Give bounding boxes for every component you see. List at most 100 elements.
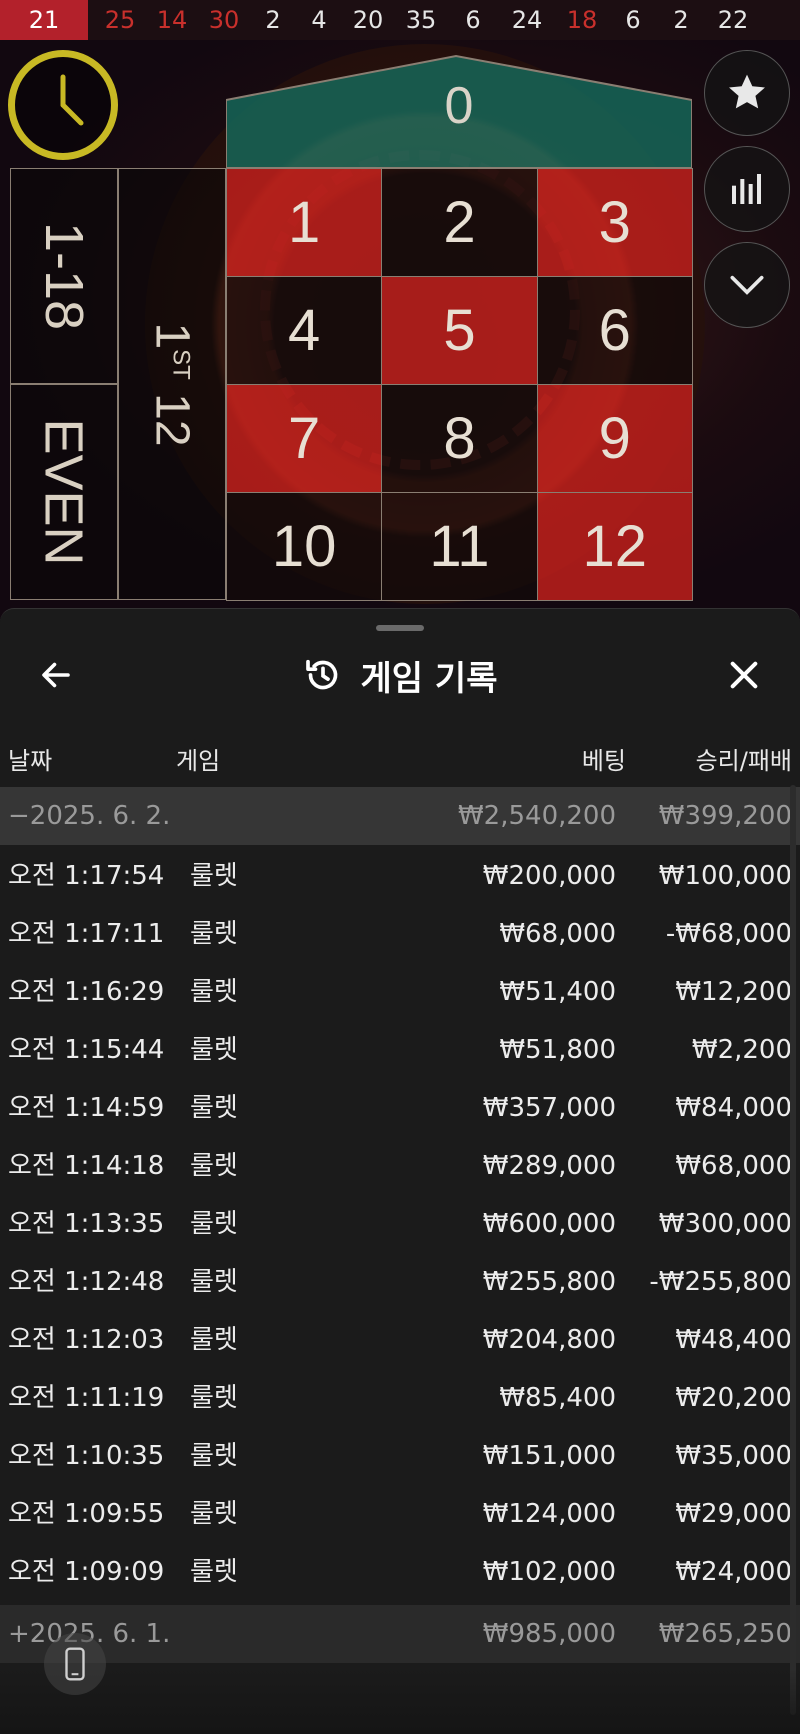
row-game: 룰렛 xyxy=(190,1325,238,1355)
page-title: 게임 기록 xyxy=(360,658,498,699)
history-row[interactable]: 오전 1:12:03 룰렛 ₩204,800 ₩48,400 xyxy=(0,1311,800,1369)
history-row[interactable]: 오전 1:10:35 룰렛 ₩151,000 ₩35,000 xyxy=(0,1427,800,1485)
row-bet: ₩151,000 xyxy=(482,1441,616,1471)
device-orientation-button[interactable] xyxy=(44,1633,106,1695)
row-bet: ₩102,000 xyxy=(482,1557,616,1587)
row-game: 룰렛 xyxy=(190,1441,238,1471)
scrollbar[interactable] xyxy=(790,785,796,1715)
date-group-bet-total: ₩2,540,200 xyxy=(457,801,616,831)
back-button[interactable] xyxy=(30,649,82,701)
bet-spot-1-18[interactable]: 1-18 xyxy=(10,168,118,384)
bet-spot-number[interactable]: 9 xyxy=(536,384,693,493)
row-bet: ₩289,000 xyxy=(482,1151,616,1181)
result-number: 22 xyxy=(717,6,749,34)
history-row[interactable]: 오전 1:15:44 룰렛 ₩51,800 ₩2,200 xyxy=(0,1021,800,1079)
bet-spot-number[interactable]: 8 xyxy=(381,384,538,493)
close-icon xyxy=(730,661,758,689)
chevron-down-icon xyxy=(730,275,764,295)
history-row[interactable]: 오전 1:12:48 룰렛 ₩255,800 -₩255,800 xyxy=(0,1253,800,1311)
result-number: 6 xyxy=(625,6,641,34)
result-number: 20 xyxy=(352,6,384,34)
row-winloss: ₩24,000 xyxy=(675,1557,792,1587)
bet-spot-number[interactable]: 1 xyxy=(226,168,383,277)
column-header-game[interactable]: 게임 xyxy=(176,741,220,776)
row-time: 오전 1:17:11 xyxy=(8,919,165,949)
history-row[interactable]: 오전 1:14:59 룰렛 ₩357,000 ₩84,000 xyxy=(0,1079,800,1137)
date-group-row-collapsed[interactable]: +2025. 6. 1. ₩985,000 ₩265,250 xyxy=(0,1605,800,1663)
row-winloss: ₩84,000 xyxy=(675,1093,792,1123)
row-winloss: ₩29,000 xyxy=(675,1499,792,1529)
history-row[interactable]: 오전 1:17:54 룰렛 ₩200,000 ₩100,000 xyxy=(0,847,800,905)
bet-spot-number[interactable]: 11 xyxy=(381,492,538,601)
bet-spot-number[interactable]: 6 xyxy=(536,276,693,385)
bottom-fade xyxy=(0,1669,800,1734)
row-game: 룰렛 xyxy=(190,1209,238,1239)
history-list: 오전 1:17:54 룰렛 ₩200,000 ₩100,000 오전 1:17:11 룰렛… xyxy=(0,847,800,1601)
row-winloss: ₩2,200 xyxy=(691,1035,792,1065)
bet-spot-first-dozen[interactable]: 1ST 12 xyxy=(118,168,226,600)
row-time: 오전 1:11:19 xyxy=(8,1383,165,1413)
row-time: 오전 1:09:55 xyxy=(8,1499,165,1529)
row-winloss: ₩48,400 xyxy=(675,1325,792,1355)
statistics-button[interactable] xyxy=(704,146,790,232)
history-row[interactable]: 오전 1:13:35 룰렛 ₩600,000 ₩300,000 xyxy=(0,1195,800,1253)
row-time: 오전 1:15:44 xyxy=(8,1035,165,1065)
history-row[interactable]: 오전 1:09:09 룰렛 ₩102,000 ₩24,000 xyxy=(0,1543,800,1601)
result-number: 30 xyxy=(208,6,240,34)
collapse-button[interactable] xyxy=(704,242,790,328)
date-group-winloss-total: ₩265,250 xyxy=(658,1619,792,1649)
bet-spot-number[interactable]: 10 xyxy=(226,492,383,601)
row-game: 룰렛 xyxy=(190,1557,238,1587)
history-row[interactable]: 오전 1:16:29 룰렛 ₩51,400 ₩12,200 xyxy=(0,963,800,1021)
favorite-button[interactable] xyxy=(704,50,790,136)
statistics-icon xyxy=(732,174,761,204)
column-header-date[interactable]: 날짜 xyxy=(8,741,52,776)
row-game: 룰렛 xyxy=(190,1151,238,1181)
row-game: 룰렛 xyxy=(190,977,238,1007)
bet-spot-zero[interactable]: 0 xyxy=(225,50,693,169)
row-time: 오전 1:09:09 xyxy=(8,1557,165,1587)
row-winloss: -₩255,800 xyxy=(649,1267,792,1297)
sheet-drag-handle[interactable] xyxy=(376,625,424,631)
bet-spot-first-dozen-label: 1ST 12 xyxy=(145,321,199,447)
row-bet: ₩124,000 xyxy=(482,1499,616,1529)
result-number: 2 xyxy=(673,6,689,34)
bet-spot-number[interactable]: 5 xyxy=(381,276,538,385)
close-button[interactable] xyxy=(718,649,770,701)
history-row[interactable]: 오전 1:09:55 룰렛 ₩124,000 ₩29,000 xyxy=(0,1485,800,1543)
history-row[interactable]: 오전 1:14:18 룰렛 ₩289,000 ₩68,000 xyxy=(0,1137,800,1195)
result-number: 4 xyxy=(311,6,327,34)
history-row[interactable]: 오전 1:17:11 룰렛 ₩68,000 -₩68,000 xyxy=(0,905,800,963)
row-time: 오전 1:17:54 xyxy=(8,861,165,891)
phone-icon xyxy=(65,1647,85,1681)
bet-spot-even[interactable]: EVEN xyxy=(10,384,118,600)
bet-timer-clock-icon xyxy=(8,50,118,160)
bet-spot-number[interactable]: 7 xyxy=(226,384,383,493)
bet-spot-number[interactable]: 4 xyxy=(226,276,383,385)
column-header-winloss[interactable]: 승리/패배 xyxy=(630,741,792,776)
arrow-left-icon xyxy=(42,662,70,688)
history-row[interactable]: 오전 1:11:19 룰렛 ₩85,400 ₩20,200 xyxy=(0,1369,800,1427)
column-header-bet[interactable]: 베팅 xyxy=(480,741,626,776)
result-number: 24 xyxy=(511,6,543,34)
row-game: 룰렛 xyxy=(190,1499,238,1529)
row-game: 룰렛 xyxy=(190,1267,238,1297)
date-group-winloss-total: ₩399,200 xyxy=(658,801,792,831)
bet-spot-number[interactable]: 12 xyxy=(536,492,693,601)
bet-spot-1-18-label: 1-18 xyxy=(34,221,94,331)
row-bet: ₩68,000 xyxy=(499,919,616,949)
date-group-row-expanded[interactable]: −2025. 6. 2. ₩2,540,200 ₩399,200 xyxy=(0,787,800,845)
row-game: 룰렛 xyxy=(190,1093,238,1123)
row-winloss: ₩100,000 xyxy=(658,861,792,891)
latest-result: 21 xyxy=(0,0,88,40)
bet-spot-number[interactable]: 2 xyxy=(381,168,538,277)
row-winloss: ₩20,200 xyxy=(675,1383,792,1413)
row-time: 오전 1:12:48 xyxy=(8,1267,165,1297)
row-bet: ₩200,000 xyxy=(482,861,616,891)
row-bet: ₩85,400 xyxy=(499,1383,616,1413)
row-bet: ₩255,800 xyxy=(482,1267,616,1297)
bet-spot-number[interactable]: 3 xyxy=(536,168,693,277)
row-winloss: ₩12,200 xyxy=(675,977,792,1007)
row-time: 오전 1:10:35 xyxy=(8,1441,165,1471)
result-number: 14 xyxy=(156,6,188,34)
